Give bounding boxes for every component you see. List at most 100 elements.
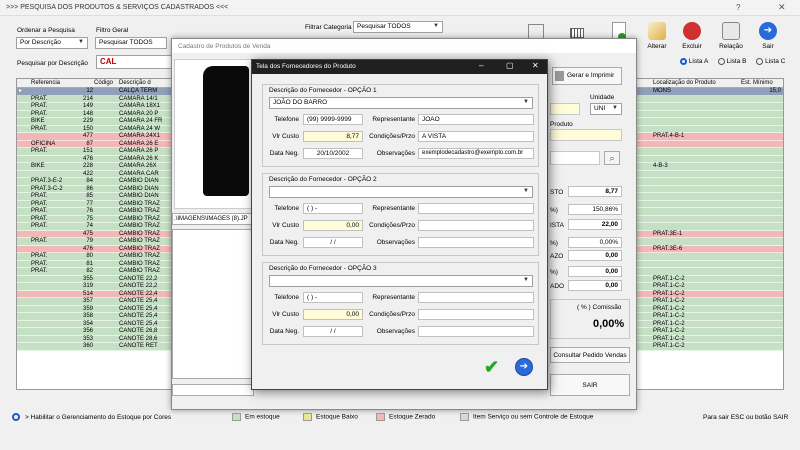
row3-field[interactable]: 0,00 [568,266,622,277]
cadastro-sair-button[interactable]: SAIR [550,374,630,396]
custo-field[interactable]: 0,00 [303,220,363,231]
delete-icon [683,22,701,40]
custo-label: Vlr Custo [272,133,299,140]
col-est-minimo[interactable]: Est. Mínimo [741,80,773,86]
cell-desc: CANOTE 25,4 [119,320,158,327]
ordenar-select[interactable]: Por Descrição ▼ [16,37,88,49]
data-field[interactable]: / / [303,237,363,248]
yellow-field[interactable] [550,103,580,115]
alterar-button[interactable]: Alterar [640,22,674,50]
cell-desc: CANOTE 25,4 [119,298,158,304]
produto-field[interactable] [550,129,622,141]
fornecedor-select[interactable]: JOÃO DO BARRO ▼ [269,97,533,109]
condicoes-field[interactable] [418,220,534,231]
cell-loc: 4-B-3 [653,163,668,169]
cell-ref: PRAT. [31,148,48,154]
vista-field[interactable]: 22,00 [568,219,622,230]
confirm-check-icon[interactable]: ✔ [484,358,502,376]
cell-loc: MONS [653,88,671,94]
filtro-value: Pesquisar TODOS [99,39,153,46]
cell-cod: 476 [82,155,93,162]
sair-button[interactable]: ➔ Sair [751,22,785,50]
observacoes-field[interactable]: exemplodecadastro@exemplo.com.br [418,148,534,159]
pesquisar-label: Pesquisar por Descrição [17,60,88,67]
data-field[interactable]: / / [303,326,363,337]
radio-lista-a[interactable] [680,58,687,65]
legend-item-servico: Item Serviço ou sem Controle de Estoque [460,413,593,421]
cell-desc: CAMARA 26 P [119,148,159,154]
representante-field[interactable]: JOAO [418,114,534,125]
radio-lista-c[interactable] [756,58,764,65]
col-referencia[interactable]: Referencia [31,80,60,86]
gerar-imprimir-label: Gerar e Imprimir [567,72,615,79]
observacoes-field[interactable] [418,326,534,337]
telefone-field[interactable]: (99) 9999-9999 [303,114,363,125]
col-descricao[interactable]: Descrição d [119,80,151,86]
close-icon[interactable]: ✕ [778,2,786,13]
condicoes-field[interactable]: A VISTA [418,131,534,142]
telefone-field[interactable]: ( ) - [303,203,363,214]
help-icon[interactable]: ? [736,3,740,12]
cell-desc: CANOTE 22,2 [119,283,158,289]
maximize-icon[interactable]: ▢ [506,61,514,70]
minimize-icon[interactable]: – [479,61,483,70]
next-arrow-icon[interactable]: ➔ [515,358,533,376]
cell-cod: 150 [82,125,93,132]
excluir-button[interactable]: Excluir [675,22,709,50]
relacao-button[interactable]: Relação [714,22,748,50]
produto-label: Produto [550,121,573,128]
cell-loc: PRAT.1-C-2 [653,328,685,334]
prazo-field[interactable]: 0,00 [568,250,622,261]
margem2-field[interactable]: 0,00% [568,237,622,248]
representante-field[interactable] [418,203,534,214]
filtro-input[interactable]: Pesquisar TODOS [95,37,167,49]
cell-cod: 149 [82,103,93,109]
condicoes-field[interactable] [418,309,534,320]
telefone-field[interactable]: ( ) - [303,292,363,303]
search-icon[interactable]: ⌕ [604,151,620,165]
cell-cod: 151 [82,148,93,154]
fornecedor-select[interactable]: ▼ [269,186,533,198]
ordenar-label: Ordenar a Pesquisa [17,27,75,34]
barcode-icon[interactable] [570,28,584,38]
data-label: Data Neg. [269,150,299,157]
close-icon[interactable]: ✕ [532,61,539,70]
margem-field[interactable]: 150,86% [568,204,622,215]
cell-desc: CAMBIO TRAZ [119,253,160,259]
notes-area[interactable] [172,229,254,379]
condicoes-label: Condições/Przo [369,133,415,140]
unidade-select[interactable]: UNI ▼ [590,103,622,115]
custo-field[interactable]: 0,00 [303,309,363,320]
edit-icon [648,22,666,40]
habilitar-radio[interactable] [12,413,20,421]
filtro-label: Filtro Geral [96,27,129,34]
comissao-label: ( % ) Comissão [577,304,622,311]
custo-label: STO [550,189,564,196]
col-codigo[interactable]: Código [94,80,113,86]
cell-desc: CANOTE 26,8 [119,328,158,334]
radio-lista-b[interactable] [717,58,725,65]
custo-field[interactable]: 8,77 [303,131,363,142]
observacoes-field[interactable] [418,237,534,248]
cell-loc: PRAT.1-C-2 [653,283,685,289]
cell-loc: PRAT.1-C-2 [653,313,685,319]
cell-ref: PRAT. [31,125,48,132]
bottom-field[interactable] [172,384,254,396]
fornecedor-select[interactable]: ▼ [269,275,533,287]
categoria-select[interactable]: Pesquisar TODOS ▼ [353,21,443,33]
representante-field[interactable] [418,292,534,303]
search-field[interactable] [550,151,600,165]
cell-cod: 514 [82,290,93,297]
printer-icon [555,71,564,81]
custo-field[interactable]: 8,77 [568,186,622,197]
ado-field[interactable]: 0,00 [568,280,622,291]
gerar-imprimir-button[interactable]: Gerar e Imprimir [552,67,622,85]
consultar-pedido-button[interactable]: Consultar Pedido Vendas [550,347,630,363]
data-field[interactable]: 20/10/2002 [303,148,363,159]
cell-cod: 87 [86,140,93,147]
chevron-down-icon: ▼ [612,105,618,111]
cell-loc: PRAT.3E-1 [653,230,683,237]
cell-ref: PRAT. [31,215,48,222]
image-path-field[interactable]: .\IMAGENS\IMAGES (8).JP [172,213,254,225]
col-localizacao[interactable]: Localização do Produto [653,80,716,86]
